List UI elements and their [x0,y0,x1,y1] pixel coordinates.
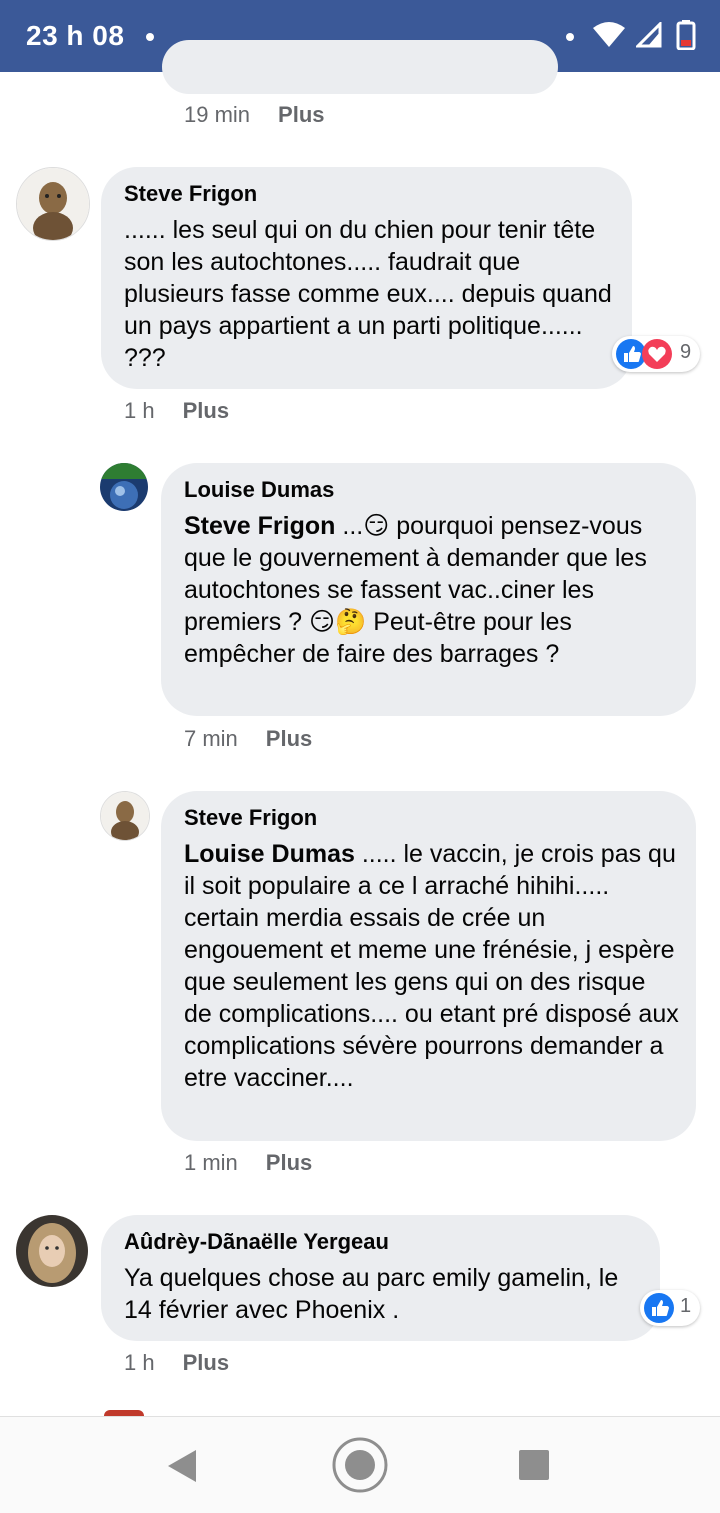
comment-meta: 1 min Plus [184,1150,312,1176]
comment-time: 1 min [184,1150,238,1175]
comment-text: Louise Dumas ..... le vaccin, je crois p… [184,838,679,1094]
comment-time: 1 h [124,1350,155,1375]
more-button[interactable]: Plus [266,1150,312,1175]
status-time: 23 h 08 [26,20,125,51]
comment-meta: 19 min Plus [184,102,325,128]
more-button[interactable]: Plus [278,102,324,127]
comment-time: 1 h [124,398,155,423]
system-nav-bar [0,1416,720,1513]
comment-text-part: ..... le vaccin, je crois pas qu il soit… [184,840,679,1092]
back-icon[interactable] [166,1449,198,1483]
comment-meta: 1 h Plus [124,1350,229,1376]
avatar[interactable] [16,1215,88,1287]
comment-text: Steve Frigon ...😏 pourquoi pensez-vous q… [184,510,679,670]
reaction-count: 1 [680,1295,692,1317]
avatar[interactable] [100,791,150,841]
comment-time: 19 min [184,102,251,127]
notification-dot-icon [146,33,154,41]
comment-text-part: ... [335,512,364,540]
mention-link[interactable]: Steve Frigon [184,512,335,540]
comment-text: ...... les seul qui on du chien pour ten… [124,216,612,372]
thinking-emoji-icon: 😏🤔 [309,607,367,636]
love-icon [642,339,672,369]
mention-link[interactable]: Louise Dumas [184,840,355,868]
more-button[interactable]: Plus [266,726,312,751]
comment-text: Ya quelques chose au parc emily gamelin,… [124,1264,619,1324]
comment-bubble-partial[interactable] [162,40,558,94]
reaction-summary[interactable]: 1 [640,1290,700,1326]
avatar[interactable] [100,463,148,511]
avatar[interactable] [16,167,90,241]
comment-author[interactable]: Aûdrèy-Dãnaëlle Yergeau [124,1229,389,1255]
like-icon [644,1293,674,1323]
comment-meta: 7 min Plus [184,726,312,752]
notification-dot-icon [566,33,574,41]
reaction-summary[interactable]: 9 [612,336,700,372]
comment-author[interactable]: Steve Frigon [184,805,317,831]
comment-time: 7 min [184,726,238,751]
comment-author[interactable]: Louise Dumas [184,477,334,503]
smirk-emoji-icon: 😏 [363,511,390,540]
more-button[interactable]: Plus [183,1350,229,1375]
signal-icon [636,22,662,48]
wifi-icon [593,22,625,47]
home-icon[interactable] [330,1435,390,1495]
recents-icon[interactable] [518,1449,550,1481]
reaction-count: 9 [680,341,692,363]
comment-meta: 1 h Plus [124,398,229,424]
comment-author[interactable]: Steve Frigon [124,181,257,207]
more-button[interactable]: Plus [183,398,229,423]
battery-icon [676,20,696,50]
